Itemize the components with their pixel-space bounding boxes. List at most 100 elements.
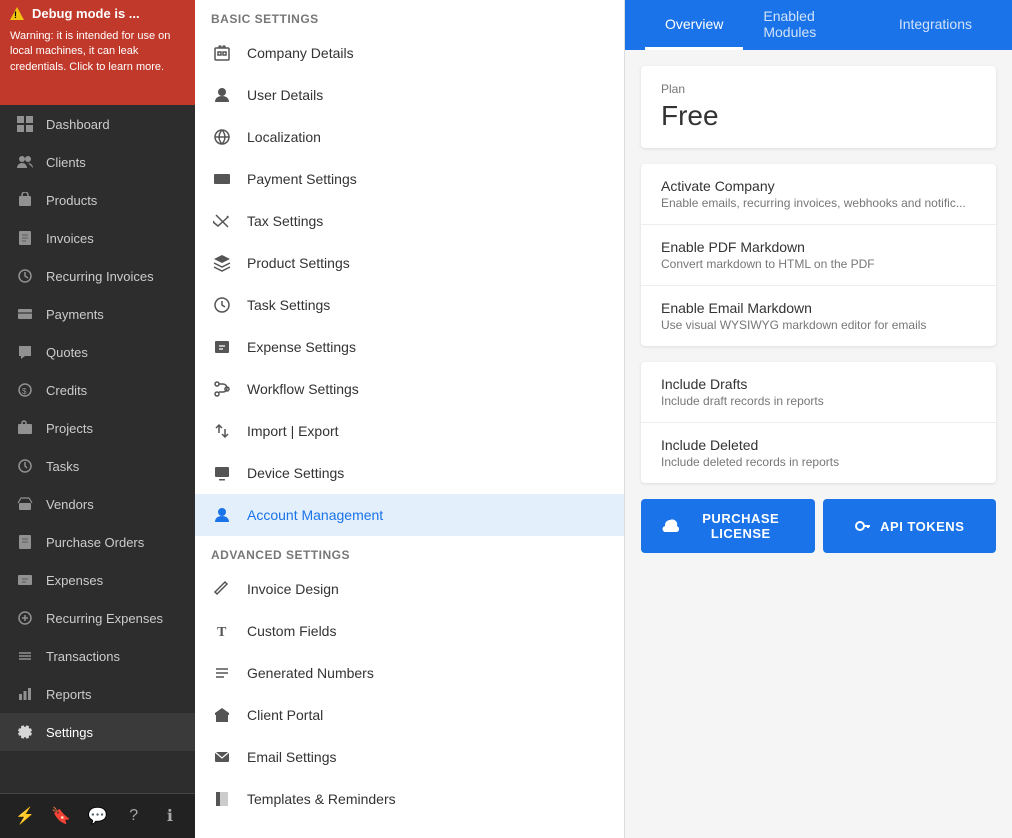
settings-item-invoice-design[interactable]: Invoice Design: [195, 568, 624, 610]
client-portal-icon: [211, 704, 233, 726]
api-tokens-button[interactable]: API TOKENS: [823, 499, 997, 553]
workflow-settings-icon: [211, 378, 233, 400]
bookmark-icon[interactable]: 🔖: [48, 802, 74, 830]
lightning-icon[interactable]: ⚡: [12, 802, 38, 830]
settings-item-import-export[interactable]: Import | Export: [195, 410, 624, 452]
settings-item-workflow-settings[interactable]: Workflow Settings: [195, 368, 624, 410]
settings-label-tax-settings: Tax Settings: [247, 213, 323, 229]
enable-email-markdown-title: Enable Email Markdown: [661, 300, 976, 316]
enable-email-markdown-desc: Use visual WYSIWYG markdown editor for e…: [661, 318, 976, 332]
device-settings-icon: [211, 462, 233, 484]
sidebar-item-tasks[interactable]: Tasks: [0, 447, 195, 485]
sidebar-item-invoices[interactable]: Invoices: [0, 219, 195, 257]
settings-item-product-settings[interactable]: Product Settings: [195, 242, 624, 284]
debug-banner[interactable]: ! Debug mode is ... Warning: it is inten…: [0, 0, 195, 105]
settings-item-user-details[interactable]: User Details: [195, 74, 624, 116]
settings-item-company-details[interactable]: Company Details: [195, 32, 624, 74]
tab-enabled-modules[interactable]: Enabled Modules: [743, 0, 878, 50]
advanced-settings-header: Advanced Settings: [195, 536, 624, 568]
sidebar-item-recurring-expenses[interactable]: Recurring Expenses: [0, 599, 195, 637]
tab-overview[interactable]: Overview: [645, 0, 743, 50]
tab-integrations[interactable]: Integrations: [879, 0, 992, 50]
product-settings-icon: [211, 252, 233, 274]
option-enable-pdf-markdown[interactable]: Enable PDF Markdown Convert markdown to …: [641, 225, 996, 286]
sidebar-label-quotes: Quotes: [46, 345, 88, 360]
option-activate-company[interactable]: Activate Company Enable emails, recurrin…: [641, 164, 996, 225]
sidebar-label-products: Products: [46, 193, 97, 208]
expenses-icon: [16, 571, 34, 589]
settings-item-expense-settings[interactable]: Expense Settings: [195, 326, 624, 368]
sidebar-item-clients[interactable]: Clients: [0, 143, 195, 181]
help-icon[interactable]: ?: [121, 802, 147, 830]
settings-item-payment-settings[interactable]: Payment Settings: [195, 158, 624, 200]
settings-item-custom-fields[interactable]: T Custom Fields: [195, 610, 624, 652]
main-content: Overview Enabled Modules Integrations Pl…: [625, 0, 1012, 838]
report-include-drafts[interactable]: Include Drafts Include draft records in …: [641, 362, 996, 423]
transactions-icon: [16, 647, 34, 665]
include-drafts-title: Include Drafts: [661, 376, 976, 392]
include-drafts-desc: Include draft records in reports: [661, 394, 976, 408]
invoices-icon: [16, 229, 34, 247]
sidebar: ! Debug mode is ... Warning: it is inten…: [0, 0, 195, 838]
settings-label-localization: Localization: [247, 129, 321, 145]
action-buttons: PURCHASE LICENSE API TOKENS: [641, 499, 996, 553]
sidebar-label-transactions: Transactions: [46, 649, 120, 664]
debug-body: Warning: it is intended for use on local…: [10, 29, 185, 75]
localization-icon: [211, 126, 233, 148]
sidebar-item-reports[interactable]: Reports: [0, 675, 195, 713]
sidebar-item-credits[interactable]: $ Credits: [0, 371, 195, 409]
settings-label-templates-reminders: Templates & Reminders: [247, 791, 396, 807]
debug-title: ! Debug mode is ...: [10, 6, 140, 21]
sidebar-label-clients: Clients: [46, 155, 86, 170]
sidebar-label-dashboard: Dashboard: [46, 117, 110, 132]
sidebar-item-expenses[interactable]: Expenses: [0, 561, 195, 599]
settings-item-tax-settings[interactable]: Tax Settings: [195, 200, 624, 242]
sidebar-item-quotes[interactable]: Quotes: [0, 333, 195, 371]
settings-item-client-portal[interactable]: Client Portal: [195, 694, 624, 736]
user-details-icon: [211, 84, 233, 106]
sidebar-item-projects[interactable]: Projects: [0, 409, 195, 447]
settings-item-templates-reminders[interactable]: Templates & Reminders: [195, 778, 624, 820]
purchase-license-button[interactable]: PURCHASE LICENSE: [641, 499, 815, 553]
recurring-invoices-icon: [16, 267, 34, 285]
sidebar-label-reports: Reports: [46, 687, 92, 702]
sidebar-label-recurring-expenses: Recurring Expenses: [46, 611, 163, 626]
sidebar-label-vendors: Vendors: [46, 497, 94, 512]
sidebar-item-transactions[interactable]: Transactions: [0, 637, 195, 675]
sidebar-item-settings[interactable]: Settings: [0, 713, 195, 751]
report-include-deleted[interactable]: Include Deleted Include deleted records …: [641, 423, 996, 483]
payment-settings-icon: [211, 168, 233, 190]
chat-icon[interactable]: 💬: [84, 802, 110, 830]
settings-label-company-details: Company Details: [247, 45, 354, 61]
settings-label-client-portal: Client Portal: [247, 707, 323, 723]
option-enable-email-markdown[interactable]: Enable Email Markdown Use visual WYSIWYG…: [641, 286, 996, 346]
svg-text:$: $: [22, 387, 27, 396]
sidebar-label-settings: Settings: [46, 725, 93, 740]
generated-numbers-icon: [211, 662, 233, 684]
settings-item-account-management[interactable]: Account Management: [195, 494, 624, 536]
settings-label-custom-fields: Custom Fields: [247, 623, 336, 639]
settings-item-task-settings[interactable]: Task Settings: [195, 284, 624, 326]
sidebar-item-purchase-orders[interactable]: Purchase Orders: [0, 523, 195, 561]
sidebar-item-recurring-invoices[interactable]: Recurring Invoices: [0, 257, 195, 295]
projects-icon: [16, 419, 34, 437]
sidebar-item-payments[interactable]: Payments: [0, 295, 195, 333]
settings-item-device-settings[interactable]: Device Settings: [195, 452, 624, 494]
products-icon: [16, 191, 34, 209]
account-management-icon: [211, 504, 233, 526]
plan-card: Plan Free: [641, 66, 996, 148]
reports-card: Include Drafts Include draft records in …: [641, 362, 996, 483]
settings-panel: Basic Settings Company Details User Deta…: [195, 0, 625, 838]
basic-settings-header: Basic Settings: [195, 0, 624, 32]
settings-label-user-details: User Details: [247, 87, 323, 103]
settings-item-localization[interactable]: Localization: [195, 116, 624, 158]
sidebar-label-payments: Payments: [46, 307, 104, 322]
info-icon[interactable]: ℹ: [157, 802, 183, 830]
settings-item-email-settings[interactable]: Email Settings: [195, 736, 624, 778]
sidebar-item-dashboard[interactable]: Dashboard: [0, 105, 195, 143]
sidebar-item-vendors[interactable]: Vendors: [0, 485, 195, 523]
sidebar-item-products[interactable]: Products: [0, 181, 195, 219]
import-export-icon: [211, 420, 233, 442]
quotes-icon: [16, 343, 34, 361]
settings-item-generated-numbers[interactable]: Generated Numbers: [195, 652, 624, 694]
